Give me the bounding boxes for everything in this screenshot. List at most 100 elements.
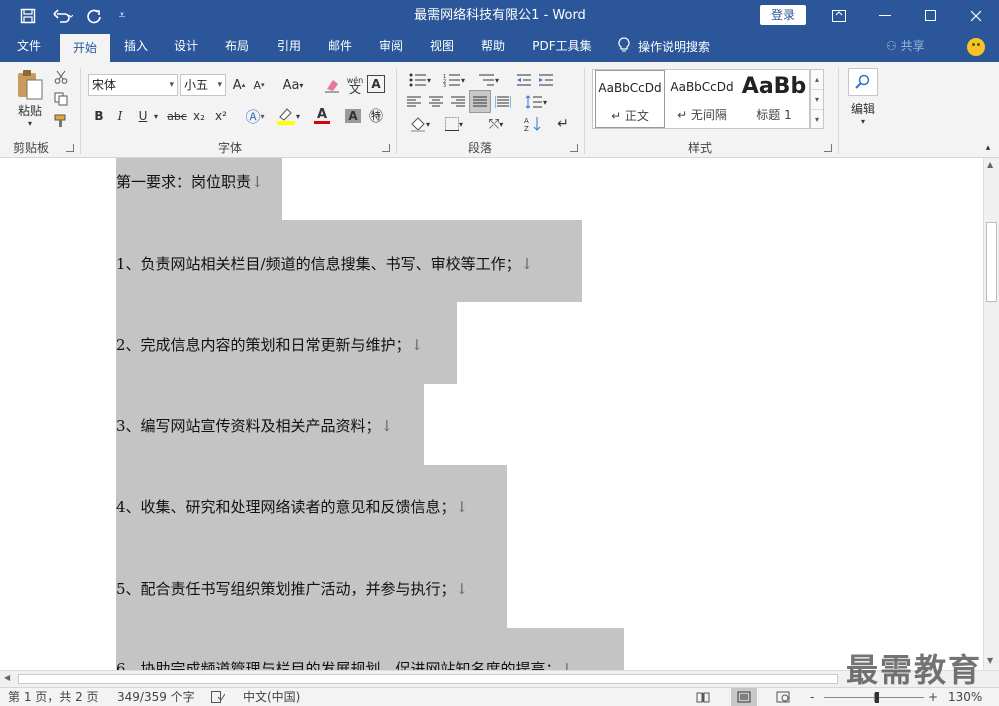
document-line[interactable]: 3、编写网站宣传资料及相关产品资料；↓ xyxy=(116,415,393,436)
scroll-left-icon[interactable]: ◀ xyxy=(4,673,10,682)
customize-quick-access-icon[interactable]: ⩡ xyxy=(112,0,132,31)
scroll-down-icon[interactable]: ▼ xyxy=(987,656,993,665)
tell-me-search[interactable]: 操作说明搜索 xyxy=(618,31,710,62)
font-name-combo[interactable]: 宋体 ▾ xyxy=(88,74,178,96)
web-layout-icon[interactable] xyxy=(776,688,794,706)
styles-scroll[interactable]: ▴ ▾ ▾ xyxy=(810,69,824,129)
tab-mailings[interactable]: 邮件 xyxy=(318,31,362,62)
chevron-down-icon[interactable]: ▾ xyxy=(856,116,870,126)
word-count[interactable]: 349/359 个字 xyxy=(117,688,195,706)
copy-icon[interactable] xyxy=(52,90,70,108)
paste-button[interactable]: 粘贴 xyxy=(10,102,50,118)
borders-icon[interactable]: ▾ xyxy=(438,114,470,134)
tab-layout[interactable]: 布局 xyxy=(215,31,259,62)
print-layout-icon[interactable] xyxy=(731,688,757,706)
style-no-spacing[interactable]: AaBbCcDd ↵ 无间隔 xyxy=(667,70,737,128)
document-line[interactable]: 第一要求：岗位职责↓ xyxy=(116,171,264,192)
chevron-up-icon[interactable]: ▴ xyxy=(811,70,823,90)
minimize-icon[interactable] xyxy=(862,0,908,31)
justify-icon[interactable] xyxy=(469,90,491,113)
document-canvas[interactable]: 第一要求：岗位职责↓ 1、负责网站相关栏目/频道的信息搜集、书写、审校等工作；↓… xyxy=(0,158,983,670)
document-line[interactable]: 4、收集、研究和处理网络读者的意见和反馈信息；↓ xyxy=(116,496,468,517)
align-right-icon[interactable] xyxy=(448,92,468,112)
align-left-icon[interactable] xyxy=(404,92,424,112)
tab-home[interactable]: 开始 xyxy=(60,34,110,62)
increase-indent-icon[interactable] xyxy=(536,70,556,90)
zoom-out-button[interactable]: - xyxy=(810,688,814,706)
chevron-down-icon[interactable]: ▾ xyxy=(811,90,823,110)
asian-layout-icon[interactable]: ⤲ ▾ xyxy=(480,114,512,134)
bullets-icon[interactable]: ▾ xyxy=(404,70,436,90)
save-icon[interactable] xyxy=(14,0,42,31)
highlight-color-icon[interactable]: ▾ xyxy=(272,106,304,126)
align-center-icon[interactable] xyxy=(426,92,446,112)
font-color-icon[interactable]: A xyxy=(306,106,338,126)
ribbon-display-options-icon[interactable] xyxy=(816,0,862,31)
feedback-smiley-icon[interactable] xyxy=(967,38,985,56)
sort-icon[interactable]: AZ xyxy=(522,114,544,134)
underline-button[interactable]: U xyxy=(134,106,152,126)
collapse-ribbon-icon[interactable]: ▴ xyxy=(982,142,994,154)
close-icon[interactable] xyxy=(953,0,999,31)
distributed-icon[interactable] xyxy=(493,92,513,112)
numbering-icon[interactable]: 1 2 3 ▾ xyxy=(438,70,470,90)
superscript-button[interactable]: x² xyxy=(212,106,230,126)
document-line[interactable]: 6、协助完成频道管理与栏目的发展规划，促进网站知名度的提高；↓ xyxy=(116,658,573,670)
page-count[interactable]: 第 1 页，共 2 页 xyxy=(8,688,99,706)
grow-font-icon[interactable]: A ▴ xyxy=(230,75,248,95)
vertical-scrollbar[interactable]: ▲ ▼ xyxy=(983,158,999,670)
style-heading-1[interactable]: AaBb 标题 1 xyxy=(739,70,809,128)
character-border-icon[interactable]: A xyxy=(367,75,385,93)
search-icon[interactable] xyxy=(848,68,878,96)
clear-formatting-icon[interactable] xyxy=(322,75,342,95)
tab-pdf-tools[interactable]: PDF工具集 xyxy=(526,31,598,62)
tab-file[interactable]: 文件 xyxy=(6,31,52,62)
character-shading-icon[interactable]: A xyxy=(344,106,362,126)
decrease-indent-icon[interactable] xyxy=(514,70,534,90)
line-spacing-icon[interactable]: ▾ xyxy=(520,92,552,112)
undo-icon[interactable] xyxy=(48,0,78,31)
tab-references[interactable]: 引用 xyxy=(267,31,311,62)
font-size-combo[interactable]: 小五 ▾ xyxy=(180,74,226,96)
scroll-thumb[interactable] xyxy=(18,674,838,684)
read-mode-icon[interactable] xyxy=(696,688,714,706)
shrink-font-icon[interactable]: A ▾ xyxy=(250,75,268,95)
editing-button[interactable]: 编辑 xyxy=(844,100,882,116)
subscript-button[interactable]: x₂ xyxy=(190,106,208,126)
show-paragraph-marks-icon[interactable]: ↵ xyxy=(552,114,574,134)
login-button[interactable]: 登录 xyxy=(760,5,806,25)
tab-view[interactable]: 视图 xyxy=(420,31,464,62)
strikethrough-button[interactable]: abc xyxy=(166,106,188,126)
clipboard-launcher-icon[interactable] xyxy=(66,144,74,152)
style-normal[interactable]: AaBbCcDd ↵ 正文 xyxy=(595,70,665,128)
document-line[interactable]: 2、完成信息内容的策划和日常更新与维护；↓ xyxy=(116,334,423,355)
zoom-slider-handle[interactable] xyxy=(875,692,879,703)
language-indicator[interactable]: 中文(中国) xyxy=(243,688,300,706)
more-styles-icon[interactable]: ▾ xyxy=(811,110,823,130)
tab-design[interactable]: 设计 xyxy=(164,31,208,62)
format-painter-icon[interactable] xyxy=(52,112,70,130)
zoom-slider[interactable] xyxy=(824,688,924,706)
zoom-level[interactable]: 130% xyxy=(948,688,982,706)
paste-dropdown-icon[interactable]: ▾ xyxy=(22,118,38,128)
tab-help[interactable]: 帮助 xyxy=(471,31,515,62)
font-launcher-icon[interactable] xyxy=(382,144,390,152)
tab-review[interactable]: 审阅 xyxy=(369,31,413,62)
scroll-thumb[interactable] xyxy=(986,222,997,302)
document-line[interactable]: 5、配合责任书写组织策划推广活动，并参与执行；↓ xyxy=(116,578,468,599)
share-button[interactable]: ⚇ 共享 xyxy=(886,31,925,62)
paragraph-launcher-icon[interactable] xyxy=(570,144,578,152)
enclose-characters-icon[interactable]: ㊕ xyxy=(366,106,386,126)
shading-icon[interactable]: ▾ xyxy=(404,114,436,134)
text-effects-icon[interactable]: Ⓐ ▾ xyxy=(240,106,270,126)
multilevel-list-icon[interactable]: ▾ xyxy=(472,70,504,90)
chevron-down-icon[interactable]: ▾ xyxy=(151,106,161,126)
document-line[interactable]: 1、负责网站相关栏目/频道的信息搜集、书写、审校等工作；↓ xyxy=(116,253,533,274)
phonetic-guide-icon[interactable]: wén 文 xyxy=(344,72,366,98)
zoom-in-button[interactable]: + xyxy=(928,688,938,706)
styles-launcher-icon[interactable] xyxy=(824,144,832,152)
cut-icon[interactable] xyxy=(52,68,70,86)
italic-button[interactable]: I xyxy=(111,106,129,126)
bold-button[interactable]: B xyxy=(90,106,108,126)
maximize-icon[interactable] xyxy=(908,0,954,31)
